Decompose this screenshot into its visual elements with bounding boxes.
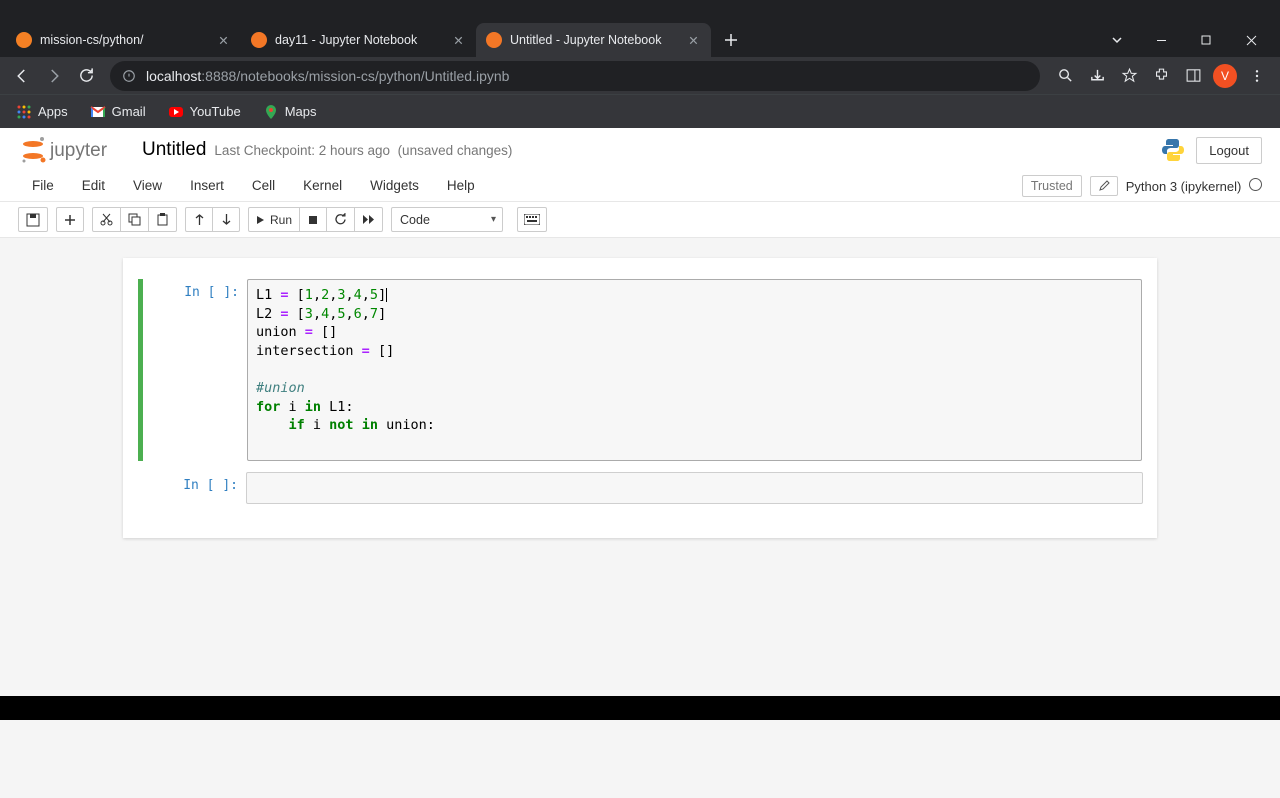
minimize-icon[interactable] (1139, 25, 1184, 55)
code-content[interactable] (255, 479, 1134, 498)
move-up-icon[interactable] (185, 207, 213, 232)
notebook-container: In [ ]: L1 = [1,2,3,4,5] L2 = [3,4,5,6,7… (123, 258, 1157, 538)
cell-edit-bar (138, 279, 143, 461)
edit-mode-icon[interactable] (1090, 176, 1118, 196)
url-host: localhost (146, 68, 201, 84)
url-path: /notebooks/mission-cs/python/Untitled.ip… (236, 68, 509, 84)
add-cell-icon[interactable] (56, 207, 84, 232)
tab-label: mission-cs/python/ (40, 33, 210, 47)
checkpoint-status: Last Checkpoint: 2 hours ago (unsaved ch… (214, 143, 512, 158)
reload-icon[interactable] (72, 62, 100, 90)
bookmark-apps[interactable]: Apps (8, 100, 76, 124)
celltype-select[interactable]: Code (391, 207, 503, 232)
browser-tab[interactable]: mission-cs/python/ ✕ (6, 23, 241, 57)
logout-button[interactable]: Logout (1196, 137, 1262, 164)
close-window-icon[interactable] (1229, 25, 1274, 55)
close-icon[interactable]: ✕ (451, 33, 466, 48)
share-icon[interactable] (1082, 62, 1112, 90)
menu-kernel[interactable]: Kernel (289, 174, 356, 197)
apps-icon (16, 104, 32, 120)
code-cell[interactable]: In [ ]: (131, 468, 1149, 509)
bookmark-youtube[interactable]: YouTube (160, 100, 249, 124)
url-input[interactable]: localhost:8888/notebooks/mission-cs/pyth… (110, 61, 1040, 91)
profile-avatar[interactable]: V (1210, 62, 1240, 90)
kernel-idle-icon (1249, 178, 1262, 191)
menu-file[interactable]: File (18, 174, 68, 197)
close-icon[interactable]: ✕ (686, 33, 701, 48)
kebab-menu-icon[interactable] (1242, 62, 1272, 90)
maps-icon (263, 104, 279, 120)
gmail-icon (90, 104, 106, 120)
bookmark-label: Apps (38, 104, 68, 119)
bookmark-maps[interactable]: Maps (255, 100, 325, 124)
jupyter-header: jupyter Untitled Last Checkpoint: 2 hour… (0, 128, 1280, 170)
restart-icon[interactable] (326, 207, 355, 232)
menu-edit[interactable]: Edit (68, 174, 119, 197)
menu-insert[interactable]: Insert (176, 174, 238, 197)
input-prompt: In [ ]: (146, 472, 246, 505)
favicon-icon (16, 32, 32, 48)
browser-chrome: mission-cs/python/ ✕ day11 - Jupyter Not… (0, 0, 1280, 128)
menu-cell[interactable]: Cell (238, 174, 289, 197)
bookmark-gmail[interactable]: Gmail (82, 100, 154, 124)
menu-view[interactable]: View (119, 174, 176, 197)
run-button[interactable]: Run (248, 207, 300, 232)
command-palette-icon[interactable] (517, 207, 547, 232)
cut-icon[interactable] (92, 207, 121, 232)
python-logo-icon (1160, 137, 1186, 163)
bookmark-label: Gmail (112, 104, 146, 119)
favicon-icon (251, 32, 267, 48)
tab-label: Untitled - Jupyter Notebook (510, 33, 680, 47)
browser-tab[interactable]: day11 - Jupyter Notebook ✕ (241, 23, 476, 57)
menu-help[interactable]: Help (433, 174, 489, 197)
interrupt-icon[interactable] (299, 207, 327, 232)
restart-run-all-icon[interactable] (354, 207, 383, 232)
maximize-icon[interactable] (1184, 25, 1229, 55)
address-bar: localhost:8888/notebooks/mission-cs/pyth… (0, 57, 1280, 94)
side-panel-icon[interactable] (1178, 62, 1208, 90)
jupyter-menubar: File Edit View Insert Cell Kernel Widget… (0, 170, 1280, 202)
forward-icon[interactable] (40, 62, 68, 90)
favicon-icon (486, 32, 502, 48)
bookmark-label: Maps (285, 104, 317, 119)
input-prompt: In [ ]: (147, 279, 247, 461)
new-tab-button[interactable] (717, 26, 745, 54)
cell-bar (137, 472, 142, 505)
extensions-icon[interactable] (1146, 62, 1176, 90)
bookmark-label: YouTube (190, 104, 241, 119)
notebook-title[interactable]: Untitled (142, 139, 206, 161)
code-content[interactable]: L1 = [1,2,3,4,5] L2 = [3,4,5,6,7] union … (256, 286, 1133, 454)
jupyter-toolbar: Run Code (0, 202, 1280, 238)
bookmark-star-icon[interactable] (1114, 62, 1144, 90)
bookmarks-bar: Apps Gmail YouTube Maps (0, 94, 1280, 128)
menu-widgets[interactable]: Widgets (356, 174, 433, 197)
trusted-indicator[interactable]: Trusted (1022, 175, 1082, 197)
paste-icon[interactable] (148, 207, 177, 232)
back-icon[interactable] (8, 62, 36, 90)
save-icon[interactable] (18, 207, 48, 232)
move-down-icon[interactable] (212, 207, 240, 232)
taskbar-placeholder (0, 696, 1280, 720)
close-icon[interactable]: ✕ (216, 33, 231, 48)
code-input-area[interactable]: L1 = [1,2,3,4,5] L2 = [3,4,5,6,7] union … (247, 279, 1142, 461)
tab-search-icon[interactable] (1094, 25, 1139, 55)
jupyter-logo-icon[interactable]: jupyter (18, 134, 128, 166)
youtube-icon (168, 104, 184, 120)
kernel-name[interactable]: Python 3 (ipykernel) (1126, 178, 1262, 194)
code-input-area[interactable] (246, 472, 1143, 505)
window-controls (1094, 23, 1274, 57)
tab-strip: mission-cs/python/ ✕ day11 - Jupyter Not… (0, 0, 1280, 57)
browser-tab-active[interactable]: Untitled - Jupyter Notebook ✕ (476, 23, 711, 57)
site-info-icon[interactable] (122, 69, 136, 83)
url-port: :8888 (201, 68, 236, 84)
tab-label: day11 - Jupyter Notebook (275, 33, 445, 47)
zoom-icon[interactable] (1050, 62, 1080, 90)
copy-icon[interactable] (120, 207, 149, 232)
code-cell[interactable]: In [ ]: L1 = [1,2,3,4,5] L2 = [3,4,5,6,7… (131, 274, 1149, 466)
svg-text:jupyter: jupyter (49, 140, 108, 161)
